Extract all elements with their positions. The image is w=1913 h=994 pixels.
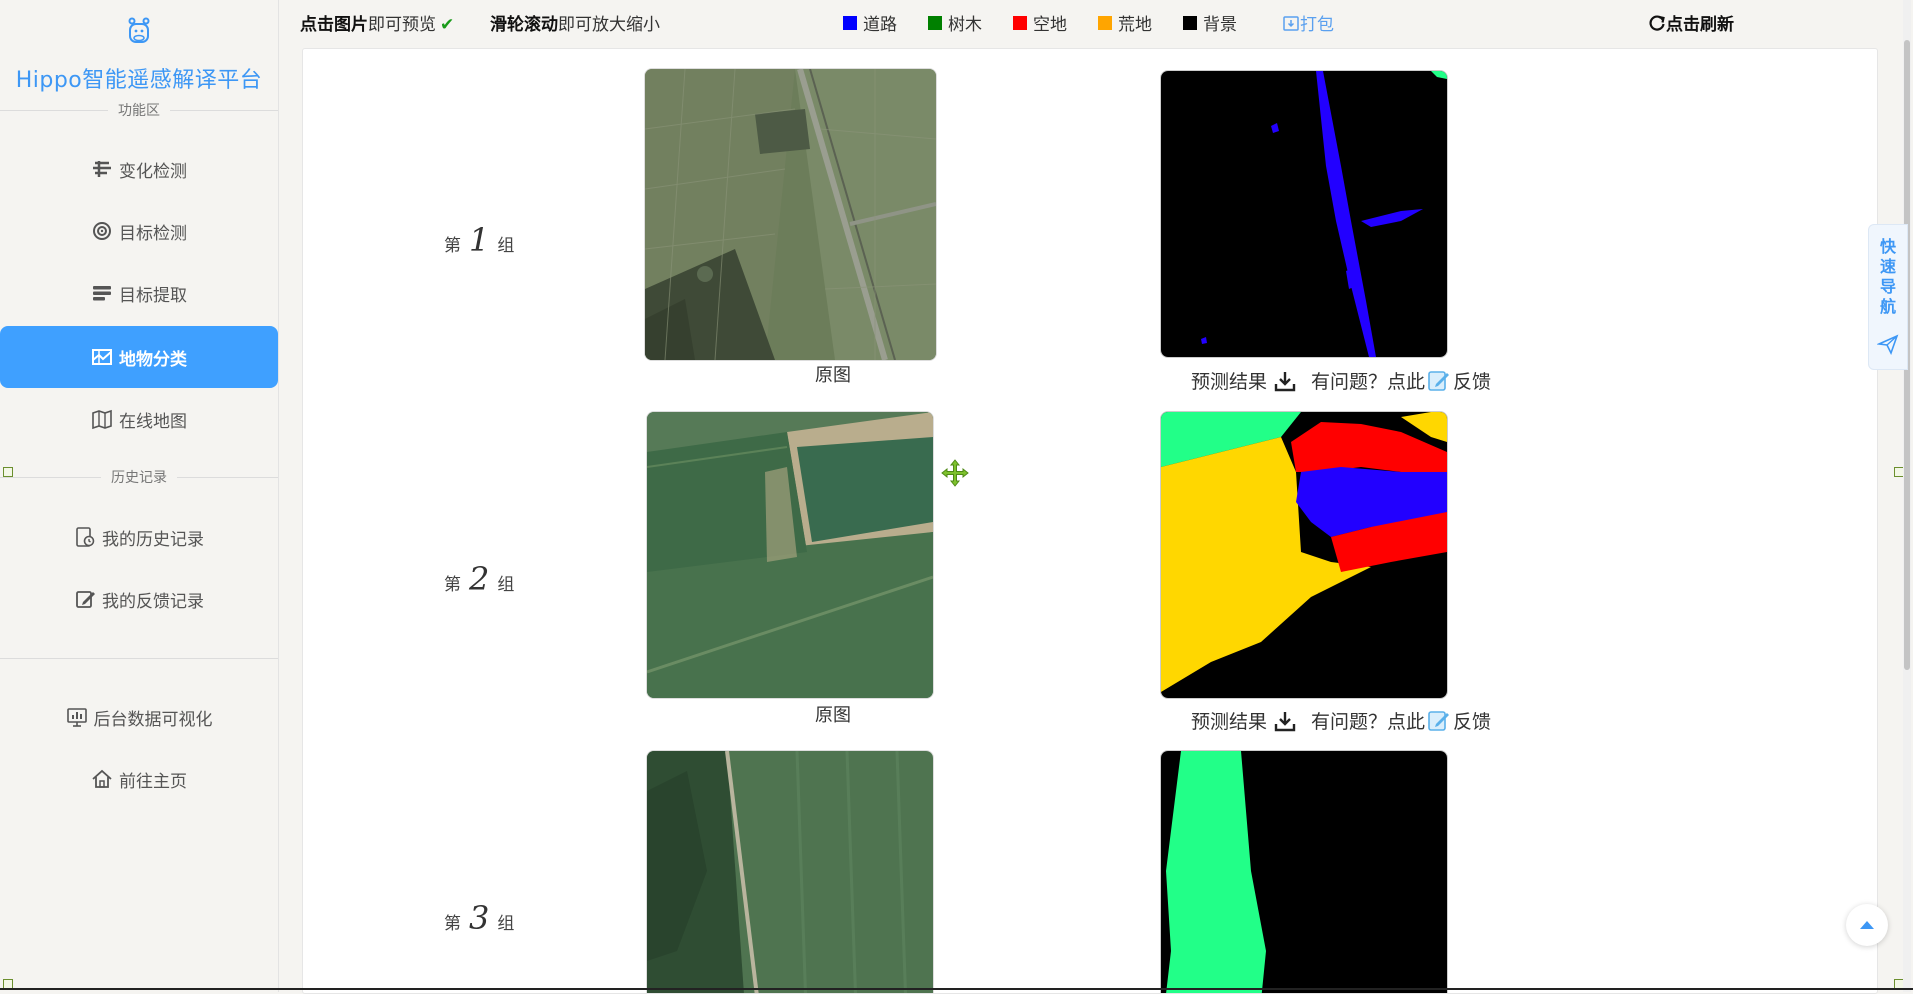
- original-image[interactable]: [644, 68, 937, 361]
- sidebar-item-change-detection[interactable]: 变化检测: [0, 138, 278, 200]
- click-preview-hint: 点击图片即可预览 ✔: [300, 15, 455, 35]
- sidebar-item-land-classification[interactable]: 地物分类: [0, 326, 278, 388]
- prediction-image[interactable]: [1160, 70, 1448, 358]
- download-icon[interactable]: [1273, 370, 1297, 392]
- legend-item-background: 背景: [1183, 10, 1237, 35]
- edit-feedback-icon[interactable]: [1427, 369, 1451, 393]
- refresh-icon: [1649, 14, 1665, 31]
- color-swatch: [928, 15, 942, 30]
- sidebar-item-label: 变化检测: [119, 161, 187, 182]
- home-icon: [91, 768, 113, 790]
- sidebar: Hippo智能遥感解译平台 功能区 变化检测 目标检测 目标提取 地物分类 在线…: [0, 0, 279, 992]
- prediction-image[interactable]: [1160, 411, 1448, 699]
- sidebar-item-data-visualization[interactable]: 后台数据可视化: [0, 686, 278, 748]
- sidebar-item-online-map[interactable]: 在线地图: [0, 388, 278, 450]
- online-map-icon: [91, 408, 113, 430]
- group-label: 第1组: [444, 221, 515, 259]
- legend-item-open-land: 空地: [1013, 10, 1067, 35]
- feedback-link[interactable]: 反馈: [1453, 707, 1491, 734]
- land-classification-icon: [91, 346, 113, 368]
- class-legend: 道路 树木 空地 荒地 背景: [843, 10, 1268, 35]
- history-record-icon: [74, 526, 96, 548]
- caret-up-icon: [1860, 921, 1874, 929]
- sidebar-item-my-feedback[interactable]: 我的反馈记录: [0, 568, 278, 630]
- sidebar-item-label: 前往主页: [119, 771, 187, 792]
- section-divider: [0, 658, 278, 659]
- window-bottom-edge: [0, 988, 1913, 990]
- top-toolbar: 点击图片即可预览 ✔ 滑轮滚动即可放大缩小 道路 树木 空地 荒地 背景 打包 点…: [300, 0, 1880, 40]
- refresh-button[interactable]: 点击刷新: [1648, 10, 1734, 35]
- legend-item-road: 道路: [843, 10, 897, 35]
- brand-title: Hippo智能遥感解译平台: [15, 68, 263, 93]
- resize-handle[interactable]: [3, 467, 13, 477]
- quick-nav-label: 快速导航: [1879, 237, 1896, 316]
- target-extraction-icon: [91, 282, 113, 304]
- download-icon[interactable]: [1273, 710, 1297, 732]
- original-caption: 原图: [815, 365, 851, 386]
- sidebar-item-target-detection[interactable]: 目标检测: [0, 200, 278, 262]
- results-panel: 第1组 原图 预测结果 有问题？点此 反馈 第 2 组 原图 预测结果 有问题？…: [302, 48, 1878, 994]
- change-detection-icon: [91, 158, 113, 180]
- sidebar-item-label: 后台数据可视化: [93, 709, 213, 730]
- package-icon: [1283, 15, 1299, 31]
- group-label: 第2组: [444, 560, 515, 598]
- prediction-result-bar: 预测结果 有问题？点此 反馈: [1191, 707, 1491, 734]
- color-swatch: [1183, 15, 1197, 30]
- sidebar-item-label: 地物分类: [119, 349, 187, 370]
- feedback-link[interactable]: 反馈: [1453, 367, 1491, 394]
- check-icon: ✔: [440, 15, 455, 35]
- sidebar-item-label: 在线地图: [119, 411, 187, 432]
- color-swatch: [843, 15, 857, 30]
- send-icon[interactable]: [1877, 333, 1899, 355]
- quick-nav-button[interactable]: 快速导航: [1868, 224, 1908, 370]
- data-visualization-icon: [66, 706, 88, 728]
- sidebar-item-label: 我的反馈记录: [102, 591, 204, 612]
- sidebar-item-label: 目标检测: [119, 223, 187, 244]
- edit-feedback-icon[interactable]: [1427, 709, 1451, 733]
- sidebar-item-go-home[interactable]: 前往主页: [0, 748, 278, 810]
- feedback-record-icon: [74, 588, 96, 610]
- section-functions-label: 功能区: [0, 100, 278, 120]
- pack-download-button[interactable]: 打包: [1282, 10, 1334, 35]
- sidebar-item-my-history[interactable]: 我的历史记录: [0, 506, 278, 568]
- prediction-result-bar: 预测结果 有问题？点此 反馈: [1191, 367, 1491, 394]
- original-image[interactable]: [646, 750, 934, 993]
- move-cursor-icon: [941, 459, 969, 491]
- color-swatch: [1098, 15, 1112, 30]
- color-swatch: [1013, 15, 1027, 30]
- original-image[interactable]: [646, 411, 934, 699]
- legend-item-tree: 树木: [928, 10, 982, 35]
- sidebar-item-label: 目标提取: [119, 285, 187, 306]
- group-label: 第3组: [444, 899, 515, 937]
- scroll-zoom-hint: 滑轮滚动即可放大缩小: [490, 15, 660, 35]
- original-caption: 原图: [815, 705, 851, 726]
- back-to-top-button[interactable]: [1846, 904, 1888, 946]
- target-detection-icon: [91, 220, 113, 242]
- sidebar-item-target-extraction[interactable]: 目标提取: [0, 262, 278, 324]
- section-history-label: 历史记录: [0, 467, 278, 487]
- sidebar-item-label: 我的历史记录: [102, 529, 204, 550]
- prediction-image[interactable]: [1160, 750, 1448, 993]
- hippo-logo-icon: [128, 17, 150, 43]
- legend-item-wasteland: 荒地: [1098, 10, 1152, 35]
